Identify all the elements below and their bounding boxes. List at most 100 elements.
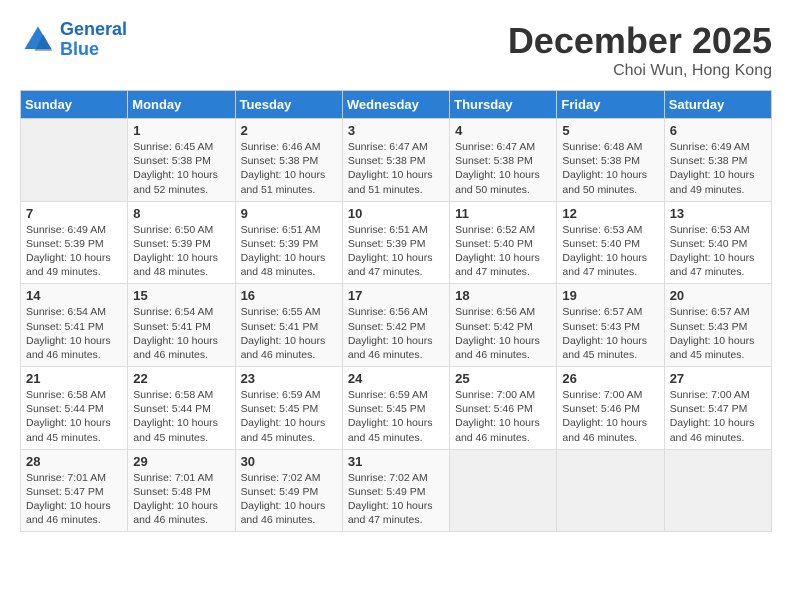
logo-line1: General (60, 19, 127, 39)
day-info: Sunrise: 6:47 AMSunset: 5:38 PMDaylight:… (455, 140, 551, 197)
day-info: Sunrise: 7:00 AMSunset: 5:46 PMDaylight:… (562, 388, 658, 445)
day-number: 9 (241, 206, 337, 221)
calendar-cell: 30 Sunrise: 7:02 AMSunset: 5:49 PMDayligh… (235, 449, 342, 532)
day-info: Sunrise: 6:59 AMSunset: 5:45 PMDaylight:… (241, 388, 337, 445)
day-number: 6 (670, 123, 766, 138)
day-number: 29 (133, 454, 229, 469)
day-info: Sunrise: 7:00 AMSunset: 5:47 PMDaylight:… (670, 388, 766, 445)
calendar-cell: 16Sunrise: 6:55 AMSunset: 5:41 PMDayligh… (235, 284, 342, 367)
day-number: 27 (670, 371, 766, 386)
calendar-cell: 21Sunrise: 6:58 AMSunset: 5:44 PMDayligh… (21, 367, 128, 450)
calendar-week-row: 28Sunrise: 7:01 AMSunset: 5:47 PMDayligh… (21, 449, 772, 532)
day-info: Sunrise: 6:56 AMSunset: 5:42 PMDaylight:… (348, 305, 444, 362)
logo-icon (20, 22, 56, 58)
calendar-cell: 15 Sunrise: 6:54 AMSunset: 5:41 PMDayligh… (128, 284, 235, 367)
day-info: Sunrise: 7:02 AMSunset: 5:49 PMDaylight:… (241, 471, 337, 528)
calendar-table: SundayMondayTuesdayWednesdayThursdayFrid… (20, 90, 772, 532)
day-number: 22 (133, 371, 229, 386)
logo-text: General Blue (60, 20, 127, 60)
calendar-cell: 8 Sunrise: 6:50 AMSunset: 5:39 PMDaylight… (128, 201, 235, 284)
calendar-week-row: 14 Sunrise: 6:54 AMSunset: 5:41 PMDayligh… (21, 284, 772, 367)
day-info: Sunrise: 6:49 AMSunset: 5:38 PMDaylight:… (670, 140, 766, 197)
calendar-cell: 9 Sunrise: 6:51 AMSunset: 5:39 PMDaylight… (235, 201, 342, 284)
day-header-saturday: Saturday (664, 91, 771, 119)
day-number: 19 (562, 288, 658, 303)
day-number: 18 (455, 288, 551, 303)
day-number: 12 (562, 206, 658, 221)
day-info: Sunrise: 6:56 AMSunset: 5:42 PMDaylight:… (455, 305, 551, 362)
day-info: Sunrise: 6:58 AMSunset: 5:44 PMDaylight:… (26, 388, 122, 445)
day-info: Sunrise: 6:57 AMSunset: 5:43 PMDaylight:… (562, 305, 658, 362)
day-info: Sunrise: 6:50 AMSunset: 5:39 PMDaylight:… (133, 223, 229, 280)
day-info: Sunrise: 6:53 AMSunset: 5:40 PMDaylight:… (562, 223, 658, 280)
day-info: Sunrise: 6:58 AMSunset: 5:44 PMDaylight:… (133, 388, 229, 445)
day-header-friday: Friday (557, 91, 664, 119)
calendar-cell: 25 Sunrise: 7:00 AMSunset: 5:46 PMDayligh… (450, 367, 557, 450)
calendar-header-row: SundayMondayTuesdayWednesdayThursdayFrid… (21, 91, 772, 119)
calendar-week-row: 21Sunrise: 6:58 AMSunset: 5:44 PMDayligh… (21, 367, 772, 450)
day-info: Sunrise: 6:49 AMSunset: 5:39 PMDaylight:… (26, 223, 122, 280)
logo-line2: Blue (60, 39, 99, 59)
day-info: Sunrise: 6:47 AMSunset: 5:38 PMDaylight:… (348, 140, 444, 197)
day-number: 26 (562, 371, 658, 386)
day-info: Sunrise: 6:52 AMSunset: 5:40 PMDaylight:… (455, 223, 551, 280)
day-info: Sunrise: 7:00 AMSunset: 5:46 PMDaylight:… (455, 388, 551, 445)
calendar-cell: 4 Sunrise: 6:47 AMSunset: 5:38 PMDaylight… (450, 119, 557, 202)
day-number: 25 (455, 371, 551, 386)
calendar-cell: 14 Sunrise: 6:54 AMSunset: 5:41 PMDayligh… (21, 284, 128, 367)
day-number: 4 (455, 123, 551, 138)
day-header-sunday: Sunday (21, 91, 128, 119)
calendar-cell: 2Sunrise: 6:46 AMSunset: 5:38 PMDaylight… (235, 119, 342, 202)
day-info: Sunrise: 6:54 AMSunset: 5:41 PMDaylight:… (133, 305, 229, 362)
calendar-cell: 3Sunrise: 6:47 AMSunset: 5:38 PMDaylight… (342, 119, 449, 202)
calendar-week-row: 1 Sunrise: 6:45 AMSunset: 5:38 PMDaylight… (21, 119, 772, 202)
calendar-cell (557, 449, 664, 532)
day-info: Sunrise: 6:45 AMSunset: 5:38 PMDaylight:… (133, 140, 229, 197)
day-number: 7 (26, 206, 122, 221)
day-number: 30 (241, 454, 337, 469)
day-info: Sunrise: 6:51 AMSunset: 5:39 PMDaylight:… (348, 223, 444, 280)
day-number: 16 (241, 288, 337, 303)
calendar-cell: 29Sunrise: 7:01 AMSunset: 5:48 PMDayligh… (128, 449, 235, 532)
day-number: 10 (348, 206, 444, 221)
calendar-cell: 10 Sunrise: 6:51 AMSunset: 5:39 PMDayligh… (342, 201, 449, 284)
day-number: 11 (455, 206, 551, 221)
calendar-cell (664, 449, 771, 532)
month-title: December 2025 (508, 20, 772, 62)
day-number: 24 (348, 371, 444, 386)
day-info: Sunrise: 7:01 AMSunset: 5:47 PMDaylight:… (26, 471, 122, 528)
day-header-monday: Monday (128, 91, 235, 119)
day-header-thursday: Thursday (450, 91, 557, 119)
day-number: 14 (26, 288, 122, 303)
day-number: 31 (348, 454, 444, 469)
day-info: Sunrise: 6:51 AMSunset: 5:39 PMDaylight:… (241, 223, 337, 280)
calendar-cell: 1 Sunrise: 6:45 AMSunset: 5:38 PMDaylight… (128, 119, 235, 202)
day-number: 8 (133, 206, 229, 221)
day-info: Sunrise: 7:02 AMSunset: 5:49 PMDaylight:… (348, 471, 444, 528)
day-number: 15 (133, 288, 229, 303)
day-number: 20 (670, 288, 766, 303)
title-block: December 2025 Choi Wun, Hong Kong (508, 20, 772, 80)
calendar-cell: 27 Sunrise: 7:00 AMSunset: 5:47 PMDayligh… (664, 367, 771, 450)
calendar-cell: 19 Sunrise: 6:57 AMSunset: 5:43 PMDayligh… (557, 284, 664, 367)
calendar-cell: 5Sunrise: 6:48 AMSunset: 5:38 PMDaylight… (557, 119, 664, 202)
calendar-cell: 23Sunrise: 6:59 AMSunset: 5:45 PMDayligh… (235, 367, 342, 450)
calendar-cell: 17 Sunrise: 6:56 AMSunset: 5:42 PMDayligh… (342, 284, 449, 367)
calendar-cell: 24 Sunrise: 6:59 AMSunset: 5:45 PMDayligh… (342, 367, 449, 450)
day-info: Sunrise: 6:59 AMSunset: 5:45 PMDaylight:… (348, 388, 444, 445)
day-info: Sunrise: 6:54 AMSunset: 5:41 PMDaylight:… (26, 305, 122, 362)
calendar-cell: 31 Sunrise: 7:02 AMSunset: 5:49 PMDayligh… (342, 449, 449, 532)
day-header-wednesday: Wednesday (342, 91, 449, 119)
day-number: 17 (348, 288, 444, 303)
logo: General Blue (20, 20, 127, 60)
calendar-cell: 28Sunrise: 7:01 AMSunset: 5:47 PMDayligh… (21, 449, 128, 532)
day-number: 1 (133, 123, 229, 138)
day-info: Sunrise: 6:53 AMSunset: 5:40 PMDaylight:… (670, 223, 766, 280)
day-number: 13 (670, 206, 766, 221)
calendar-cell: 7 Sunrise: 6:49 AMSunset: 5:39 PMDaylight… (21, 201, 128, 284)
day-info: Sunrise: 6:48 AMSunset: 5:38 PMDaylight:… (562, 140, 658, 197)
calendar-cell: 12 Sunrise: 6:53 AMSunset: 5:40 PMDayligh… (557, 201, 664, 284)
calendar-cell: 18 Sunrise: 6:56 AMSunset: 5:42 PMDayligh… (450, 284, 557, 367)
calendar-cell: 11 Sunrise: 6:52 AMSunset: 5:40 PMDayligh… (450, 201, 557, 284)
calendar-cell: 22 Sunrise: 6:58 AMSunset: 5:44 PMDayligh… (128, 367, 235, 450)
